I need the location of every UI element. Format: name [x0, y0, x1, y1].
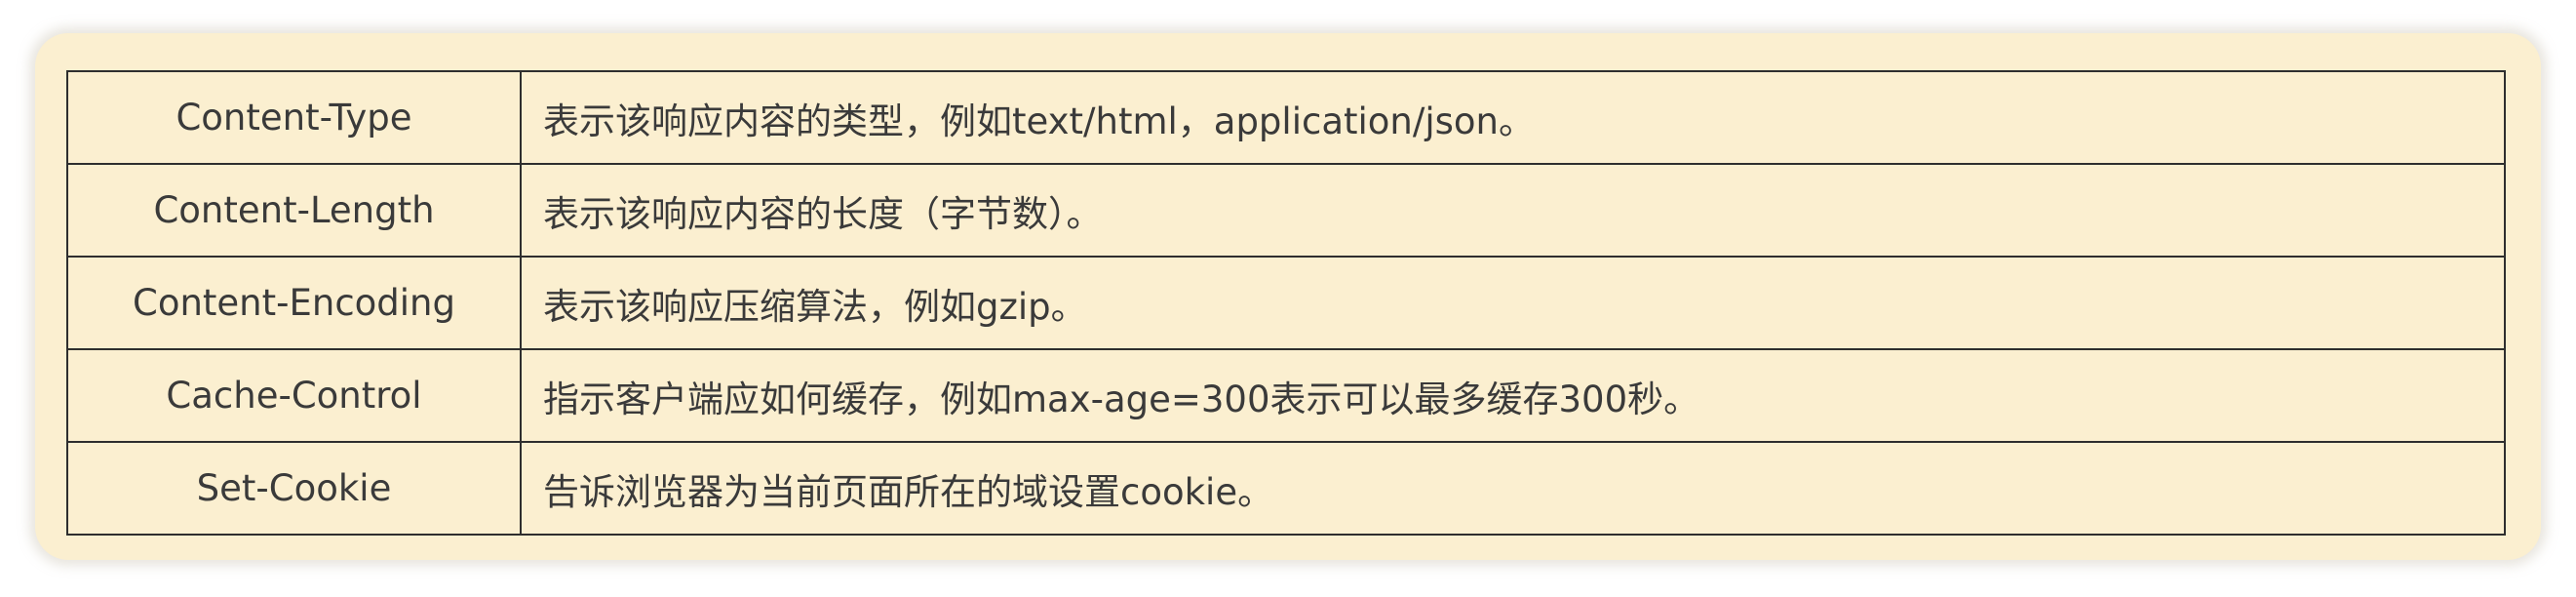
header-name-cell: Set-Cookie — [66, 441, 522, 536]
table-row: Cache-Control 指示客户端应如何缓存，例如max-age=300表示… — [66, 348, 2506, 443]
header-name-cell: Content-Length — [66, 163, 522, 258]
table-row: Content-Encoding 表示该响应压缩算法，例如gzip。 — [66, 256, 2506, 350]
header-description-cell: 告诉浏览器为当前页面所在的域设置cookie。 — [520, 441, 2506, 536]
response-headers-table: Content-Type 表示该响应内容的类型，例如text/html，appl… — [66, 70, 2506, 536]
header-table-card: Content-Type 表示该响应内容的类型，例如text/html，appl… — [35, 33, 2541, 560]
header-description-cell: 指示客户端应如何缓存，例如max-age=300表示可以最多缓存300秒。 — [520, 348, 2506, 443]
header-name-cell: Content-Encoding — [66, 256, 522, 350]
header-name-cell: Cache-Control — [66, 348, 522, 443]
table-row: Content-Length 表示该响应内容的长度（字节数）。 — [66, 163, 2506, 258]
header-description-cell: 表示该响应压缩算法，例如gzip。 — [520, 256, 2506, 350]
table-row: Content-Type 表示该响应内容的类型，例如text/html，appl… — [66, 70, 2506, 165]
header-description-cell: 表示该响应内容的类型，例如text/html，application/json。 — [520, 70, 2506, 165]
header-name-cell: Content-Type — [66, 70, 522, 165]
header-description-cell: 表示该响应内容的长度（字节数）。 — [520, 163, 2506, 258]
table-row: Set-Cookie 告诉浏览器为当前页面所在的域设置cookie。 — [66, 441, 2506, 536]
